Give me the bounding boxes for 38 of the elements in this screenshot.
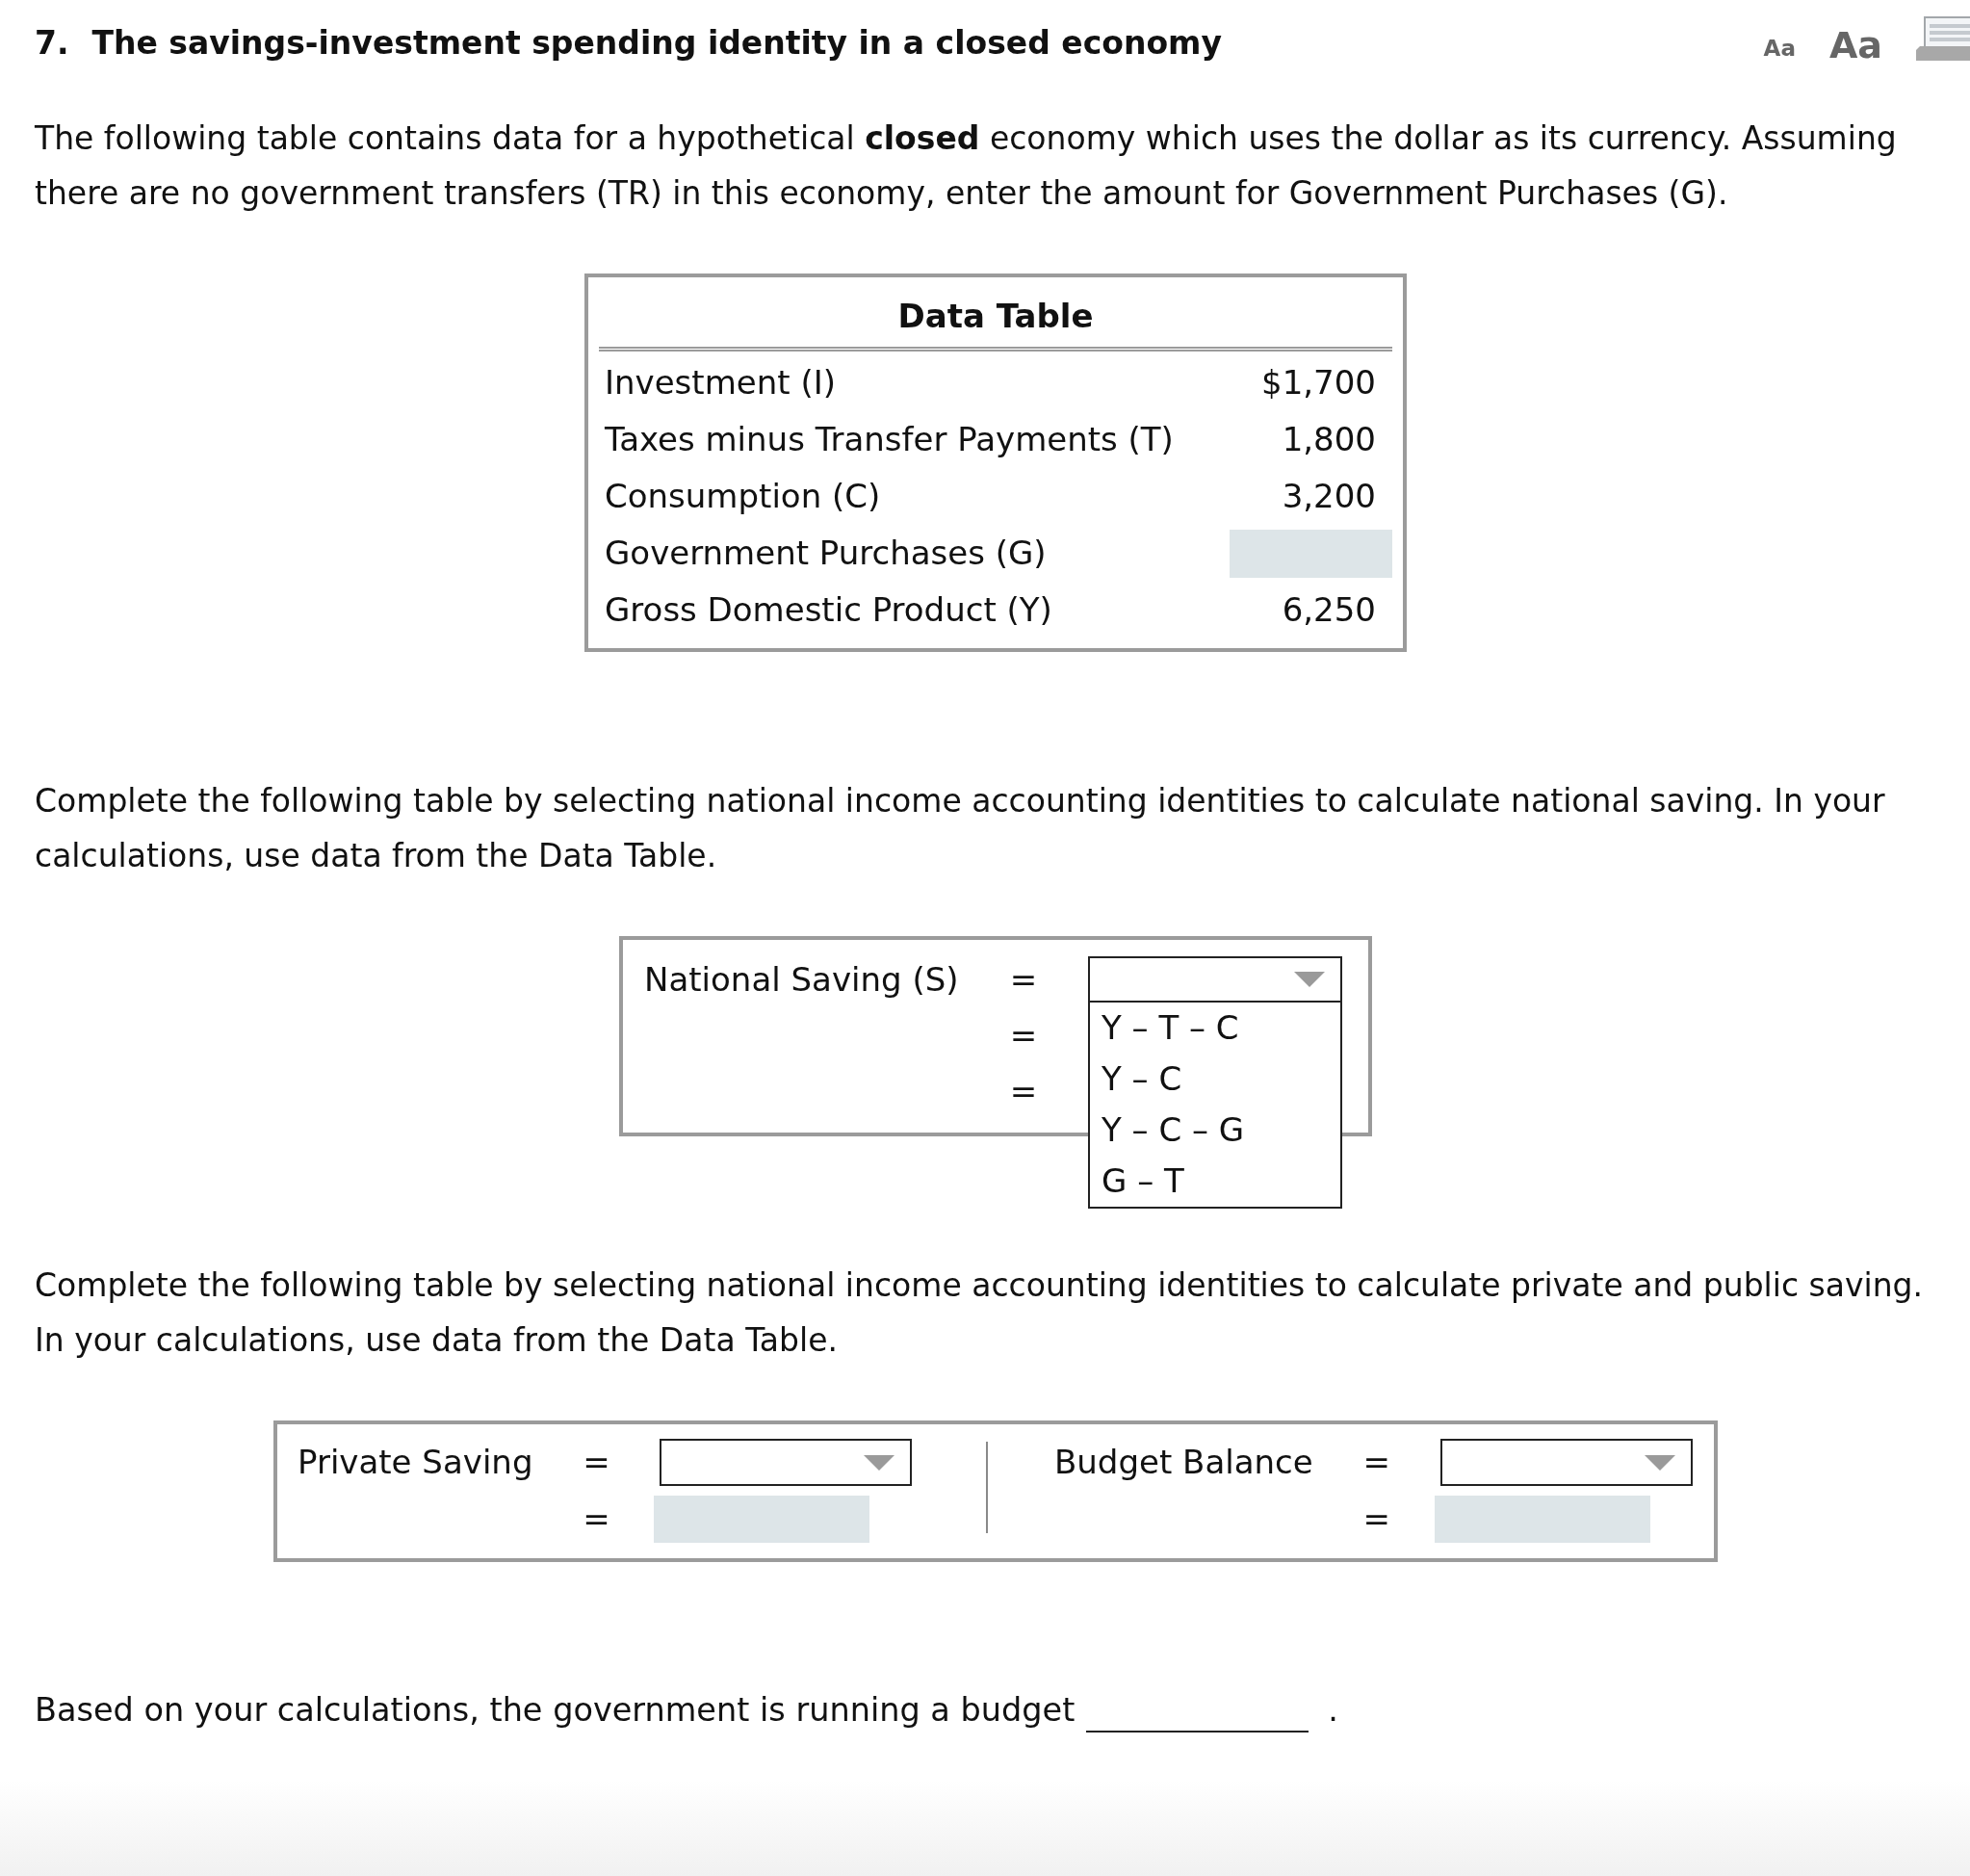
- instructions-text: The following table contains data for a hypothetical closed economy which uses the dollar as its currency. Assuming there are no government transfers (TR) in this economy, enter the amount for Government Purchases (G).: [35, 118, 1898, 214]
- formula-dropdown[interactable]: [660, 1439, 913, 1486]
- row-label: Investment (I): [604, 362, 836, 404]
- equals-sign: =: [1008, 958, 1039, 1001]
- row-value: 6,250: [1282, 589, 1377, 631]
- equals-sign: =: [582, 1498, 611, 1540]
- formula-dropdown[interactable]: [1439, 1439, 1693, 1486]
- caret-icon: [864, 1454, 895, 1471]
- equals-sign: =: [1008, 1070, 1039, 1112]
- answer-field[interactable]: [1230, 529, 1392, 578]
- equals-sign: =: [1361, 1498, 1391, 1540]
- question-title: The savings-investment spending identity in a closed economy: [91, 23, 1222, 64]
- large-text-size-button[interactable]: Aa: [1828, 26, 1882, 64]
- row-label: National Saving (S): [644, 958, 960, 1001]
- row-label: Gross Domestic Product (Y): [604, 589, 1052, 631]
- caret-icon: [1294, 972, 1325, 987]
- formula-dropdown[interactable]: [1088, 956, 1342, 1003]
- caret-icon: [1644, 1454, 1675, 1471]
- sentence-period: .: [1328, 1690, 1338, 1731]
- row-value: 3,200: [1282, 476, 1377, 517]
- table-title: Data Table: [896, 296, 1095, 337]
- row-label: Budget Balance: [1054, 1442, 1313, 1483]
- row-label: Taxes minus Transfer Payments (T): [604, 419, 1174, 460]
- answer-field[interactable]: [1434, 1496, 1650, 1543]
- small-text-size-button[interactable]: Aa: [1763, 38, 1796, 60]
- question-number: 7.: [35, 23, 69, 64]
- equals-sign: =: [1008, 1014, 1039, 1056]
- row-value: $1,700: [1261, 362, 1377, 404]
- row-label: Government Purchases (G): [604, 533, 1047, 574]
- row-label: Private Saving: [298, 1442, 533, 1483]
- equals-sign: =: [582, 1442, 611, 1483]
- conclusion-text: Based on your calculations, the government is running a budget: [35, 1690, 1076, 1731]
- row-value: 1,800: [1282, 419, 1377, 460]
- equals-sign: =: [1361, 1442, 1391, 1483]
- answer-field[interactable]: [654, 1496, 870, 1543]
- instructions-text: Complete the following table by selecting national income accounting identities to calculate private and public saving. In your calculations, use data from the Data Table.: [35, 1265, 1925, 1361]
- instructions-text: Complete the following table by selecting national income accounting identities to calculate national saving. In your calculations, use data from the Data Table.: [35, 781, 1886, 876]
- row-label: Consumption (C): [604, 476, 881, 517]
